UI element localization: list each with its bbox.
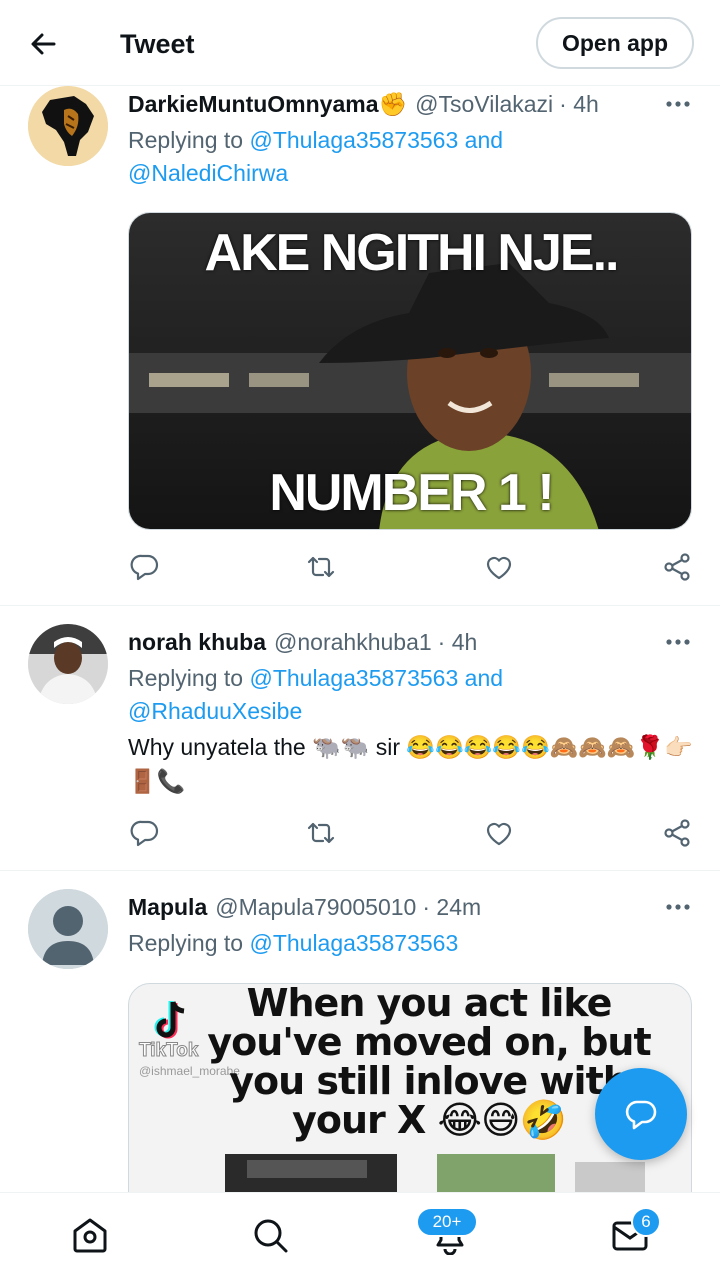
more-icon[interactable] [660, 895, 696, 919]
avatar[interactable] [28, 86, 108, 166]
tweet-header: Mapula @Mapula79005010 · 24m [128, 891, 481, 923]
mention-link[interactable]: @Thulaga35873563 [249, 930, 458, 956]
mention-link[interactable]: @NalediChirwa [128, 160, 288, 186]
fist-emoji: ✊ [378, 90, 408, 117]
tweet-actions [128, 818, 694, 848]
tweet-2[interactable]: norah khuba @norahkhuba1 · 4h Replying t… [0, 606, 720, 871]
caption-line: you've moved on, but [207, 1020, 651, 1064]
display-name[interactable]: norah khuba [128, 629, 266, 656]
open-app-button[interactable]: Open app [536, 17, 694, 69]
tweet-actions [128, 552, 694, 582]
tweet-time: · 24m [422, 893, 482, 920]
display-name[interactable]: DarkieMuntuOmnyama [128, 91, 379, 118]
compose-reply-button[interactable] [595, 1068, 687, 1160]
mention-link[interactable]: @Thulaga35873563 [249, 665, 458, 691]
user-handle: @Mapula79005010 [215, 893, 417, 920]
tweet-time: · 4h [559, 90, 599, 117]
mention-link[interactable]: @Thulaga35873563 [249, 127, 458, 153]
notifications-badge: 20+ [416, 1207, 478, 1237]
user-handle: @norahkhuba1 [274, 628, 432, 655]
share-icon[interactable] [662, 818, 692, 848]
tweet-image[interactable]: AKE NGITHI NJE.. NUMBER 1 ! [128, 212, 692, 530]
tweet-1[interactable]: DarkieMuntuOmnyama ✊ @TsoVilakazi · 4h R… [0, 86, 720, 606]
conjunction: and [464, 665, 504, 691]
like-icon[interactable] [484, 552, 514, 582]
compose-reply-icon [625, 1100, 657, 1130]
messages-badge: 6 [631, 1207, 661, 1237]
tweet-time: · 4h [437, 628, 478, 655]
more-icon[interactable] [660, 630, 696, 654]
tweet-header: DarkieMuntuOmnyama ✊ @TsoVilakazi · 4h [128, 88, 599, 120]
replying-prefix: Replying to [128, 930, 244, 956]
conjunction: and [464, 127, 504, 153]
meme-bottom-text: NUMBER 1 ! [269, 464, 554, 522]
reply-icon[interactable] [130, 552, 160, 582]
retweet-icon[interactable] [306, 552, 336, 582]
tweet-header: norah khuba @norahkhuba1 · 4h [128, 626, 477, 658]
home-icon[interactable] [70, 1215, 110, 1255]
top-bar: Tweet Open app [0, 0, 720, 86]
user-handle: @TsoVilakazi [415, 90, 554, 117]
display-name[interactable]: Mapula [128, 894, 207, 921]
tweet-text: Why unyatela the 🐃🐃 sir 😂😂😂😂😂🙈🙈🙈🌹👉🏻🚪📞 [128, 734, 693, 794]
replying-prefix: Replying to [128, 127, 244, 153]
reply-icon[interactable] [130, 818, 160, 848]
page-title: Tweet [120, 29, 195, 59]
meme-top-text: AKE NGITHI NJE.. [204, 224, 620, 282]
replying-prefix: Replying to [128, 665, 244, 691]
caption-line: When you act like [246, 983, 613, 1025]
bottom-navigation: 20+ 6 [0, 1192, 720, 1280]
more-icon[interactable] [660, 92, 696, 116]
retweet-icon[interactable] [306, 818, 336, 848]
replying-to: Replying to @Thulaga35873563 [128, 927, 688, 960]
replying-to: Replying to @Thulaga35873563 and @Rhaduu… [128, 662, 688, 728]
avatar[interactable] [28, 624, 108, 704]
back-arrow-icon[interactable] [26, 26, 62, 62]
search-icon[interactable] [250, 1215, 290, 1255]
avatar[interactable] [28, 889, 108, 969]
share-icon[interactable] [662, 552, 692, 582]
replying-to: Replying to @Thulaga35873563 and @Naledi… [128, 124, 688, 190]
mention-link[interactable]: @RhaduuXesibe [128, 698, 302, 724]
like-icon[interactable] [484, 818, 514, 848]
